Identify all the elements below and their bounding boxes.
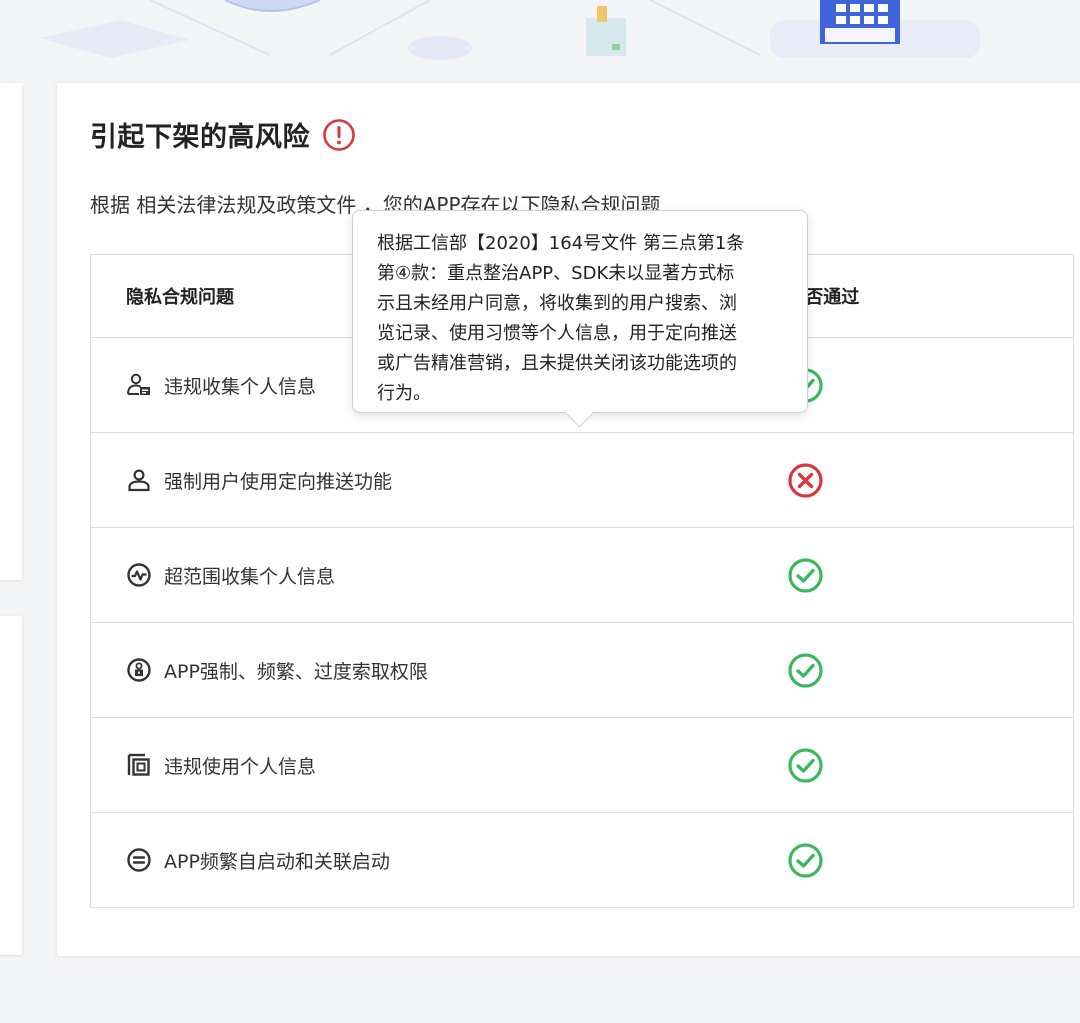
check-circle-icon [788,652,823,688]
status-cell [701,622,1074,718]
check-circle-icon [788,747,823,783]
tooltip-line: 或广告精准营销，且未提供关闭该功能选项的 [377,353,737,374]
tooltip-line: 示且未经用户同意，将收集到的用户搜索、浏 [377,293,737,314]
issue-label: APP频繁自启动和关联启动 [164,850,390,873]
issue-label: 强制用户使用定向推送功能 [164,470,393,493]
issue-cell: APP频繁自启动和关联启动 [90,812,702,908]
issue-label: APP强制、频繁、过度索取权限 [164,660,428,683]
equal-circle-icon [126,847,152,873]
table-row: 违规使用个人信息 [90,717,1074,813]
user-id-icon [126,372,152,398]
check-circle-icon [788,557,823,593]
header-banner [0,0,1080,62]
issue-cell: APP强制、频繁、过度索取权限 [90,622,702,718]
issue-label: 违规收集个人信息 [164,375,317,398]
check-circle-icon [788,842,823,878]
issue-cell: 强制用户使用定向推送功能 [90,432,702,528]
lock-user-icon [126,657,152,683]
issue-label: 超范围收集个人信息 [164,565,336,588]
banner-illustration [40,0,980,60]
policy-tooltip: 根据工信部【2020】164号文件 第三点第1条 第④款：重点整治APP、SDK… [352,210,808,428]
copy-icon [126,752,152,778]
status-cell [701,527,1074,623]
exclamation-circle-icon [323,118,355,151]
table-row: 超范围收集个人信息 [90,527,1074,623]
section-title: 引起下架的高风险 [90,115,356,154]
x-circle-icon [788,462,823,498]
table-row: 强制用户使用定向推送功能 [90,432,1074,528]
status-cell [701,717,1074,813]
issue-cell: 超范围收集个人信息 [90,527,702,623]
issue-label: 违规使用个人信息 [164,755,317,778]
section-title-text: 引起下架的高风险 [90,122,310,153]
tooltip-line: 根据工信部【2020】164号文件 第三点第1条 [377,233,745,254]
issue-cell: 违规使用个人信息 [90,717,702,813]
tooltip-line: 第④款：重点整治APP、SDK未以显著方式标 [377,263,735,284]
left-side-card [0,83,22,580]
left-side-card [0,616,22,955]
status-cell [701,432,1074,528]
status-cell [701,812,1074,908]
table-row: APP频繁自启动和关联启动 [90,812,1074,908]
user-icon [126,467,152,493]
tooltip-line: 览记录、使用习惯等个人信息，用于定向推送 [377,323,737,344]
table-row: APP强制、频繁、过度索取权限 [90,622,1074,718]
pulse-icon [126,562,152,588]
